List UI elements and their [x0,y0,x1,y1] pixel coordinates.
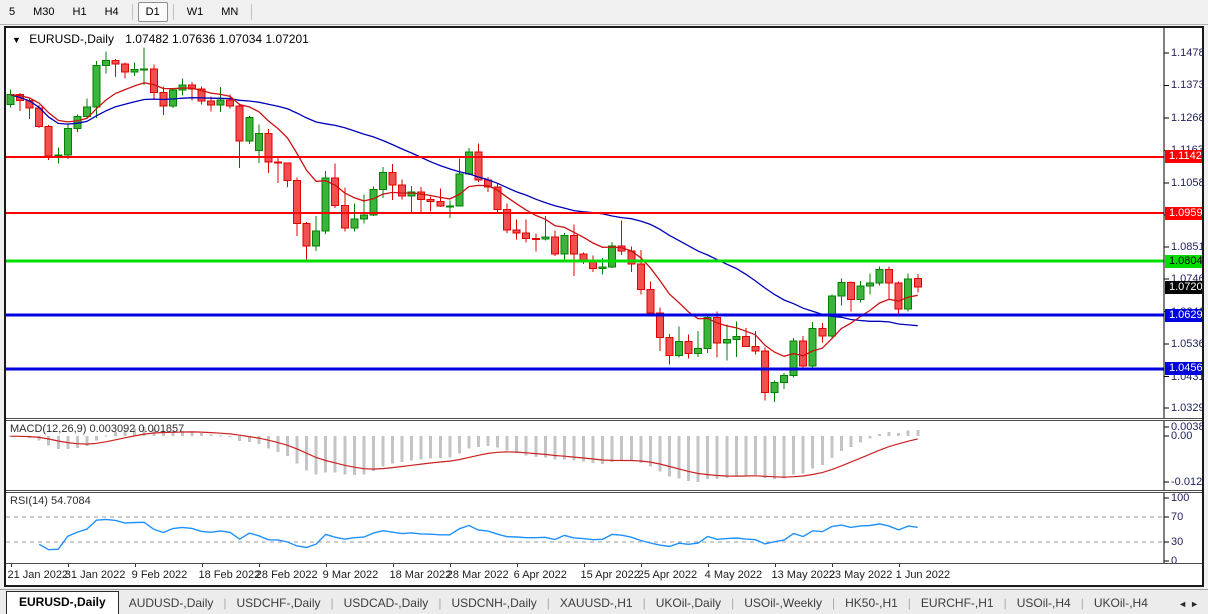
tabs-scroll-arrows[interactable]: ◄► [1178,599,1208,614]
macd-canvas[interactable] [6,421,1202,490]
chart-tab-ukoildaily[interactable]: UKOil-,Daily [646,593,731,614]
chart-window: ▼ EURUSD-,Daily 1.07482 1.07636 1.07034 … [4,26,1204,587]
date-tick [450,564,451,567]
timeframe-button-w1[interactable]: W1 [179,2,212,22]
timeframe-button-m30[interactable]: M30 [25,2,62,22]
chart-tab-audusddaily[interactable]: AUDUSD-,Daily [119,593,224,614]
date-label: 25 Apr 2022 [638,569,697,581]
chart-tab-usdcaddaily[interactable]: USDCAD-,Daily [334,593,439,614]
tabs-scroll-left-icon[interactable]: ◄ [1178,599,1190,609]
date-label: 28 Feb 2022 [256,569,318,581]
date-label: 31 Jan 2022 [65,569,126,581]
date-tick [393,564,394,567]
rsi-axis-label: 70 [1171,511,1183,523]
tabs-scroll-right-icon[interactable]: ► [1190,599,1202,609]
date-tick [11,564,12,567]
rsi-axis-label: 100 [1171,493,1189,504]
date-tick [259,564,260,567]
chart-tab-usdcnhdaily[interactable]: USDCNH-,Daily [441,593,546,614]
level-price-label: 1.09596 [1165,207,1202,220]
level-price-label: 1.08044 [1165,255,1202,268]
symbol-label: EURUSD-,Daily [29,32,114,46]
price-tick-label: 1.05360 [1171,338,1202,350]
timeframe-button-d1[interactable]: D1 [138,2,168,22]
chart-tab-eurchfh1[interactable]: EURCHF-,H1 [911,593,1004,614]
date-tick [202,564,203,567]
date-label: 4 May 2022 [705,569,762,581]
collapse-triangle-icon[interactable]: ▼ [12,35,21,45]
macd-axis-label: 0.00 [1171,430,1192,442]
rsi-axis-label: 0 [1171,555,1177,563]
date-label: 21 Jan 2022 [8,569,69,581]
price-tick-label: 1.03290 [1171,402,1202,414]
price-pane[interactable]: ▼ EURUSD-,Daily 1.07482 1.07636 1.07034 … [6,28,1202,418]
timeframe-button-5[interactable]: 5 [1,2,23,22]
ohlc-values: 1.07482 1.07636 1.07034 1.07201 [125,32,309,46]
date-tick [899,564,900,567]
chart-tab-hk50h1[interactable]: HK50-,H1 [835,593,908,614]
timeframe-button-h1[interactable]: H1 [65,2,95,22]
macd-label: MACD(12,26,9) 0.003092 0.001857 [10,423,184,435]
chart-tab-usoilh4[interactable]: USOil-,H4 [1007,593,1081,614]
chart-tab-usoilweekly[interactable]: USOil-,Weekly [734,593,832,614]
date-label: 6 Apr 2022 [514,569,567,581]
toolbar-separator [132,4,133,20]
date-tick [135,564,136,567]
toolbar-separator [173,4,174,20]
date-axis: 21 Jan 202231 Jan 2022 9 Feb 2022 18 Feb 2… [6,563,1202,585]
date-label: 13 May 2022 [772,569,836,581]
current-price-label: 1.07201 [1165,281,1202,294]
chart-title: ▼ EURUSD-,Daily 1.07482 1.07636 1.07034 … [12,32,309,46]
date-tick [517,564,518,567]
date-tick [641,564,642,567]
chart-tabbar: EURUSD-,DailyAUDUSD-,Daily|USDCHF-,Daily… [0,589,1208,614]
rsi-canvas[interactable] [6,493,1202,563]
rsi-pane[interactable]: RSI(14) 54.7084 100 70 30 0 [6,493,1202,563]
date-label: 23 May 2022 [829,569,893,581]
toolbar-separator [251,4,252,20]
date-label: 18 Feb 2022 [199,569,261,581]
date-tick [708,564,709,567]
date-label: 9 Mar 2022 [323,569,379,581]
price-tick-label: 1.12680 [1171,112,1202,124]
chart-tab-eurusddaily[interactable]: EURUSD-,Daily [6,591,119,614]
chart-tab-ukoilh4[interactable]: UKOil-,H4 [1084,593,1158,614]
chart-tab-usdchfdaily[interactable]: USDCHF-,Daily [227,593,331,614]
date-tick [832,564,833,567]
level-price-label: 1.04562 [1165,362,1202,375]
macd-axis-label: -0.012072 [1171,476,1202,488]
date-label: 9 Feb 2022 [132,569,188,581]
level-price-label: 1.06297 [1165,309,1202,322]
date-tick [326,564,327,567]
price-tick-label: 1.13730 [1171,79,1202,91]
price-tick-label: 1.14780 [1171,47,1202,59]
date-tick [68,564,69,567]
price-chart-canvas[interactable] [6,28,1202,418]
rsi-label: RSI(14) 54.7084 [10,495,91,507]
price-tick-label: 1.10580 [1171,177,1202,189]
price-tick-label: 1.08510 [1171,241,1202,253]
timeframe-toolbar: 5M30H1H4 D1 W1MN [0,0,1208,25]
timeframe-button-h4[interactable]: H4 [97,2,127,22]
macd-pane[interactable]: MACD(12,26,9) 0.003092 0.001857 0.003814… [6,421,1202,490]
chart-tab-xauusdh1[interactable]: XAUUSD-,H1 [550,593,643,614]
timeframe-button-mn[interactable]: MN [213,2,246,22]
date-label: 1 Jun 2022 [896,569,950,581]
date-label: 18 Mar 2022 [390,569,452,581]
date-label: 28 Mar 2022 [447,569,509,581]
rsi-axis-label: 30 [1171,536,1183,548]
date-label: 15 Apr 2022 [581,569,640,581]
date-tick [775,564,776,567]
level-price-label: 1.11422 [1165,150,1202,163]
date-tick [584,564,585,567]
